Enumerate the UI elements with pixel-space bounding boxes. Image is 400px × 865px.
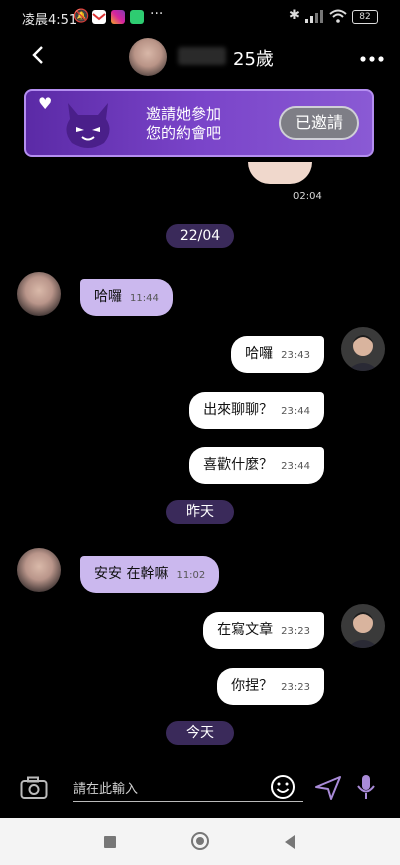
signal-icon (305, 10, 323, 23)
wifi-icon (329, 9, 347, 23)
status-more: ··· (150, 6, 164, 22)
image-message-partial[interactable] (248, 162, 312, 184)
contact-name-blurred (178, 47, 226, 65)
status-bar: 凌晨4:51 🔕 ··· ✱ 82 (0, 0, 400, 34)
mute-icon: 🔕 (73, 9, 90, 24)
message-bubble-sent: 哈囉 23:43 (231, 336, 324, 373)
message-text: 安安 在幹嘛 (94, 566, 169, 582)
battery-indicator: 82 (352, 10, 378, 24)
heart-icon: ♥ (38, 94, 53, 113)
message-time: 11:44 (130, 293, 159, 304)
message-input[interactable]: 請在此輸入 (73, 779, 303, 802)
date-pill: 昨天 (166, 500, 234, 524)
message-bubble-sent: 出來聊聊？ 23:44 (189, 392, 324, 429)
message-text: 喜歡什麼？ (203, 457, 274, 473)
message-bubble-sent: 在寫文章 23:23 (203, 612, 324, 649)
message-time: 23:44 (281, 406, 310, 417)
bluetooth-icon: ✱ (289, 8, 300, 23)
message-time: 23:44 (281, 461, 310, 472)
contact-avatar[interactable] (129, 38, 167, 76)
my-avatar[interactable] (341, 327, 385, 371)
message-time: 11:02 (176, 570, 206, 581)
date-pill: 今天 (166, 721, 234, 745)
message-bubble-received: 安安 在幹嘛 11:02 (80, 556, 220, 593)
recent-apps-icon[interactable] (104, 836, 116, 848)
message-text: 在寫文章 (217, 622, 274, 638)
message-input-bar: 請在此輸入 (0, 763, 400, 818)
message-text: 哈囉 (245, 346, 274, 362)
home-icon[interactable] (191, 832, 209, 850)
message-time: 23:43 (281, 350, 310, 361)
message-bubble-sent: 你捏？ 23:23 (217, 668, 324, 705)
back-nav-icon[interactable] (283, 834, 297, 850)
emoji-icon[interactable] (270, 774, 296, 800)
date-pill: 22/04 (166, 224, 234, 248)
status-time: 凌晨4:51 (22, 13, 78, 28)
image-message-time: 02:04 (293, 191, 322, 202)
invite-text: 邀請她參加 您的約會吧 (146, 105, 221, 143)
contact-avatar[interactable] (17, 548, 61, 592)
invite-line-1: 邀請她參加 (146, 105, 222, 123)
message-text: 你捏？ (231, 678, 274, 694)
system-nav-bar (0, 818, 400, 865)
message-text: 哈囉 (94, 289, 122, 305)
send-icon[interactable] (314, 775, 342, 801)
message-bubble-received: 哈囉 11:44 (80, 279, 173, 316)
invited-button[interactable]: 已邀請 (279, 106, 359, 140)
instagram-icon (111, 10, 125, 24)
my-avatar[interactable] (341, 604, 385, 648)
message-text: 出來聊聊？ (203, 402, 274, 418)
contact-avatar[interactable] (17, 272, 61, 316)
microphone-icon[interactable] (356, 773, 376, 803)
chevron-left-icon[interactable] (30, 44, 46, 70)
message-time: 23:23 (281, 682, 310, 693)
invite-line-2: 您的約會吧 (146, 124, 222, 142)
devil-mascot-icon (66, 103, 110, 148)
invite-banner: ♥ 邀請她參加 您的約會吧 已邀請 (24, 89, 374, 157)
chat-header: 25歲 (0, 34, 400, 82)
gmail-icon (92, 10, 106, 24)
message-bubble-sent: 喜歡什麼？ 23:44 (189, 447, 324, 484)
message-time: 23:23 (281, 626, 310, 637)
contact-age: 25歲 (233, 49, 274, 70)
camera-icon[interactable] (20, 776, 48, 800)
more-horizontal-icon[interactable] (359, 42, 385, 70)
line-app-icon (130, 10, 144, 24)
